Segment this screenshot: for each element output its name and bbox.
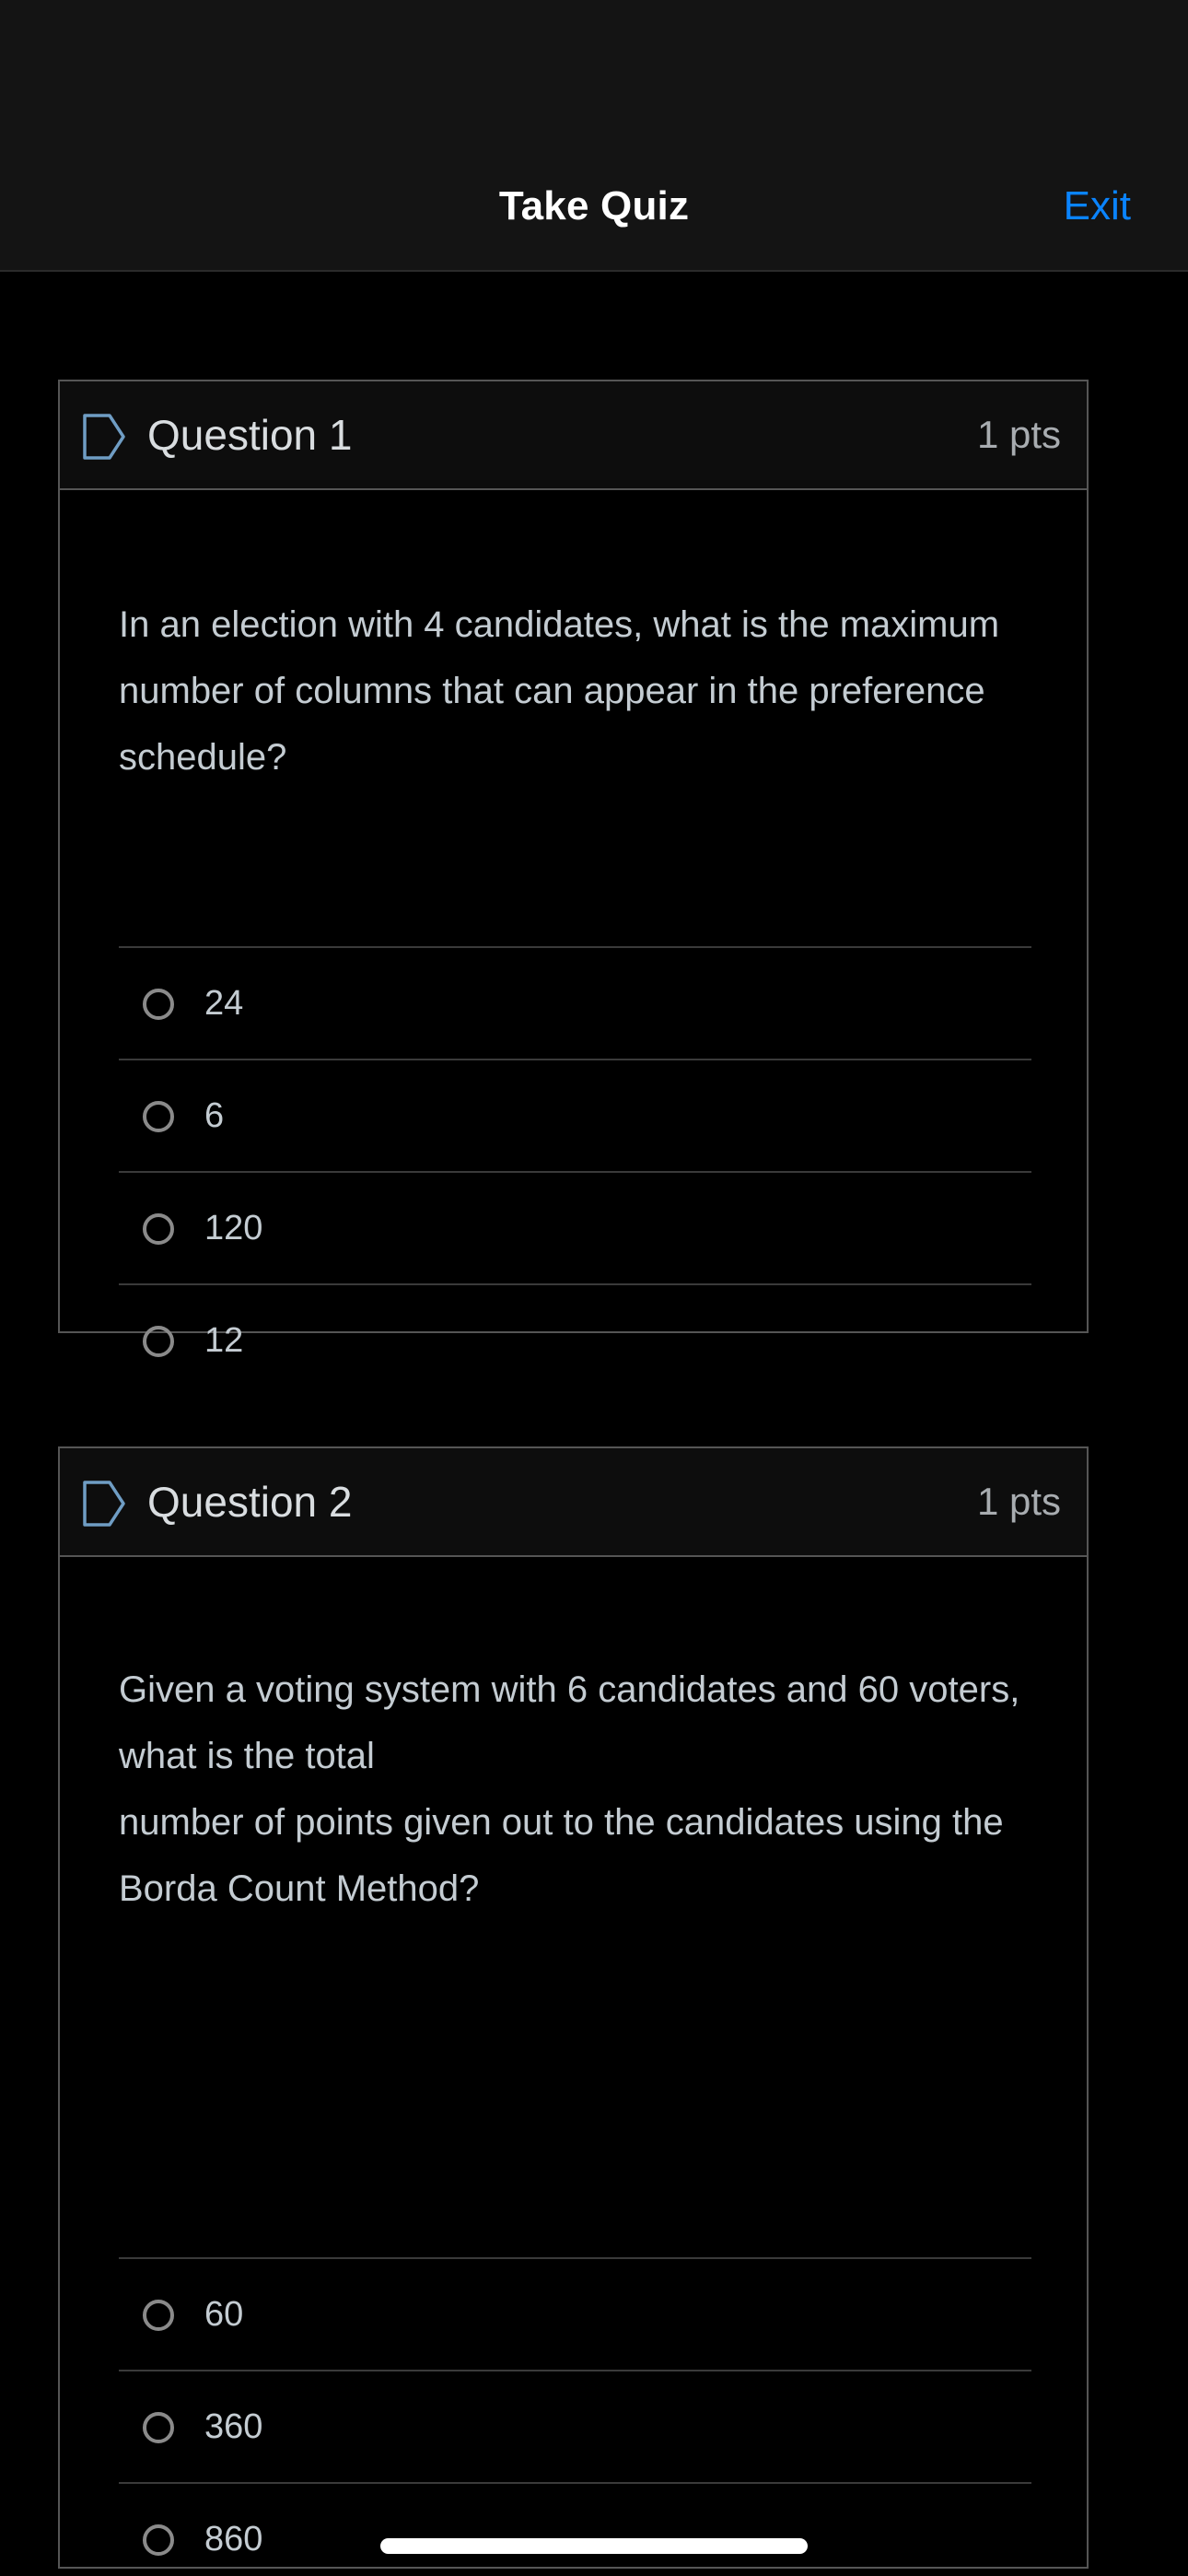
answer-option[interactable]: 12	[119, 1283, 1031, 1396]
navigation-bar-row: Take Quiz Exit	[0, 177, 1188, 236]
question-header: Question 1 1 pts	[60, 381, 1087, 490]
answer-option[interactable]: 24	[119, 946, 1031, 1059]
answer-option[interactable]: 360	[119, 2370, 1031, 2482]
answer-option-label: 24	[204, 984, 244, 1023]
question-header: Question 2 1 pts	[60, 1448, 1087, 1557]
radio-button-icon[interactable]	[143, 2524, 174, 2556]
answer-option-label: 6	[204, 1096, 225, 1135]
question-title: Question 2	[147, 1478, 353, 1526]
answer-option-label: 360	[204, 2407, 263, 2446]
question-card: Question 1 1 pts In an election with 4 c…	[58, 380, 1089, 1360]
question-points: 1 pts	[976, 413, 1061, 456]
answer-option[interactable]: 860	[119, 2482, 1031, 2576]
radio-button-icon[interactable]	[143, 1326, 174, 1357]
radio-button-icon[interactable]	[143, 1101, 174, 1132]
answer-option-list: 24 6 120 12	[119, 946, 1031, 1396]
radio-button-icon[interactable]	[143, 1213, 174, 1245]
exit-button[interactable]: Exit	[1064, 177, 1131, 236]
answer-option-label: 12	[204, 1321, 244, 1360]
radio-button-icon[interactable]	[143, 2300, 174, 2331]
answer-option[interactable]: 60	[119, 2257, 1031, 2370]
quiz-screen: Take Quiz Exit Question 1 1 pts In an el…	[0, 0, 1188, 2576]
flag-icon	[82, 413, 126, 461]
answer-option[interactable]: 6	[119, 1059, 1031, 1171]
question-points: 1 pts	[976, 1480, 1061, 1523]
home-indicator[interactable]	[380, 2538, 808, 2554]
answer-option-list: 60 360 860 1,260	[119, 2257, 1031, 2576]
answer-option[interactable]: 120	[119, 1171, 1031, 1283]
answer-option-label: 60	[204, 2295, 244, 2334]
question-card: Question 2 1 pts Given a voting system w…	[58, 1446, 1089, 2569]
navigation-bar: Take Quiz Exit	[0, 0, 1188, 272]
question-title: Question 1	[147, 411, 353, 459]
answer-option-label: 860	[204, 2520, 263, 2558]
quiz-content-scroll[interactable]: Question 1 1 pts In an election with 4 c…	[0, 272, 1188, 2576]
radio-button-icon[interactable]	[143, 2412, 174, 2443]
question-text: Given a voting system with 6 candidates …	[119, 1669, 1020, 1909]
page-title: Take Quiz	[498, 183, 690, 228]
flag-icon	[82, 1480, 126, 1528]
answer-option-label: 120	[204, 1209, 263, 1247]
radio-button-icon[interactable]	[143, 989, 174, 1020]
question-text: In an election with 4 candidates, what i…	[119, 604, 1000, 778]
